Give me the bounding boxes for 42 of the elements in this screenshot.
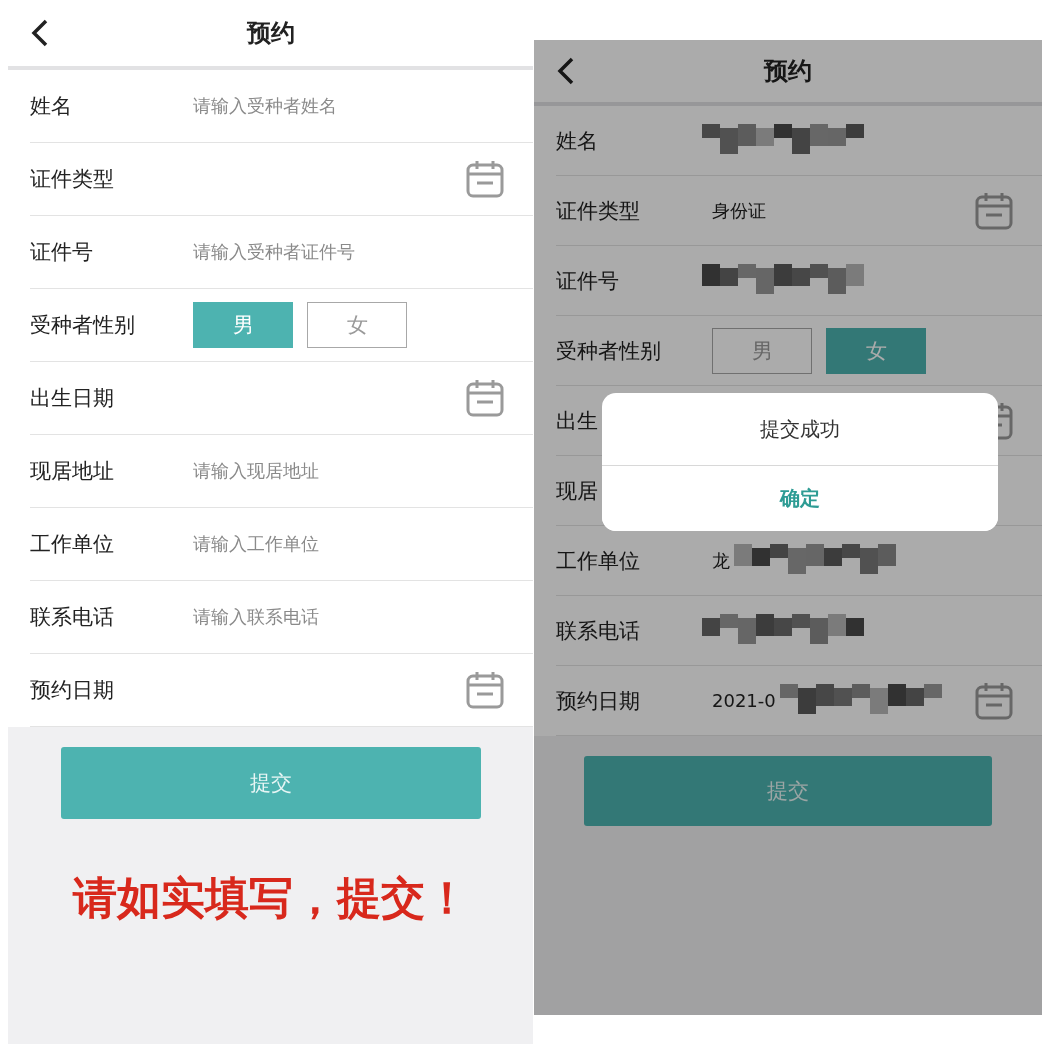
field-label: 工作单位: [556, 547, 641, 575]
field-label: 姓名: [30, 93, 73, 120]
field-label: 出生: [556, 407, 599, 435]
field-label: 受种者性别: [556, 337, 662, 365]
input-field[interactable]: 请输入受种者姓名: [193, 94, 337, 118]
input-field[interactable]: 请输入工作单位: [193, 532, 319, 556]
field-value: 身份证: [712, 198, 766, 223]
field-label: 受种者性别: [30, 312, 136, 339]
field-label: 现居: [556, 477, 599, 505]
input-field[interactable]: 请输入联系电话: [193, 605, 319, 629]
page-title: 预约: [764, 56, 812, 87]
gender-option[interactable]: 男: [193, 302, 293, 348]
field-label: 预约日期: [556, 687, 641, 715]
input-field[interactable]: 请输入受种者证件号: [193, 240, 355, 264]
back-icon[interactable]: [556, 57, 576, 85]
notice-text: 请如实填写，提交！: [72, 871, 469, 925]
submit-button[interactable]: 提交: [60, 747, 481, 819]
field-label: 出生日期: [30, 385, 115, 412]
gender-option[interactable]: 男: [712, 327, 812, 374]
input-field[interactable]: 请输入现居地址: [193, 459, 319, 483]
field-label: 联系电话: [30, 604, 115, 631]
calendar-icon[interactable]: [974, 190, 1014, 231]
field-value: 龙: [712, 548, 730, 573]
field-label: 证件类型: [30, 166, 115, 193]
page-title: 预约: [246, 18, 295, 49]
gender-option[interactable]: 女: [826, 327, 926, 374]
field-label: 预约日期: [30, 677, 115, 704]
field-label: 证件号: [556, 267, 620, 295]
calendar-icon[interactable]: [974, 680, 1014, 721]
field-label: 现居地址: [30, 458, 115, 485]
submit-button[interactable]: 提交: [584, 756, 992, 826]
field-value: 2021-0: [712, 690, 776, 711]
back-icon[interactable]: [30, 19, 50, 47]
field-label: 姓名: [556, 127, 599, 155]
field-label: 证件号: [30, 239, 94, 266]
field-label: 联系电话: [556, 617, 641, 645]
calendar-icon[interactable]: [465, 378, 505, 418]
gender-option[interactable]: 女: [307, 302, 407, 348]
field-label: 工作单位: [30, 531, 115, 558]
calendar-icon[interactable]: [465, 159, 505, 199]
field-label: 证件类型: [556, 197, 641, 225]
calendar-icon[interactable]: [465, 670, 505, 710]
